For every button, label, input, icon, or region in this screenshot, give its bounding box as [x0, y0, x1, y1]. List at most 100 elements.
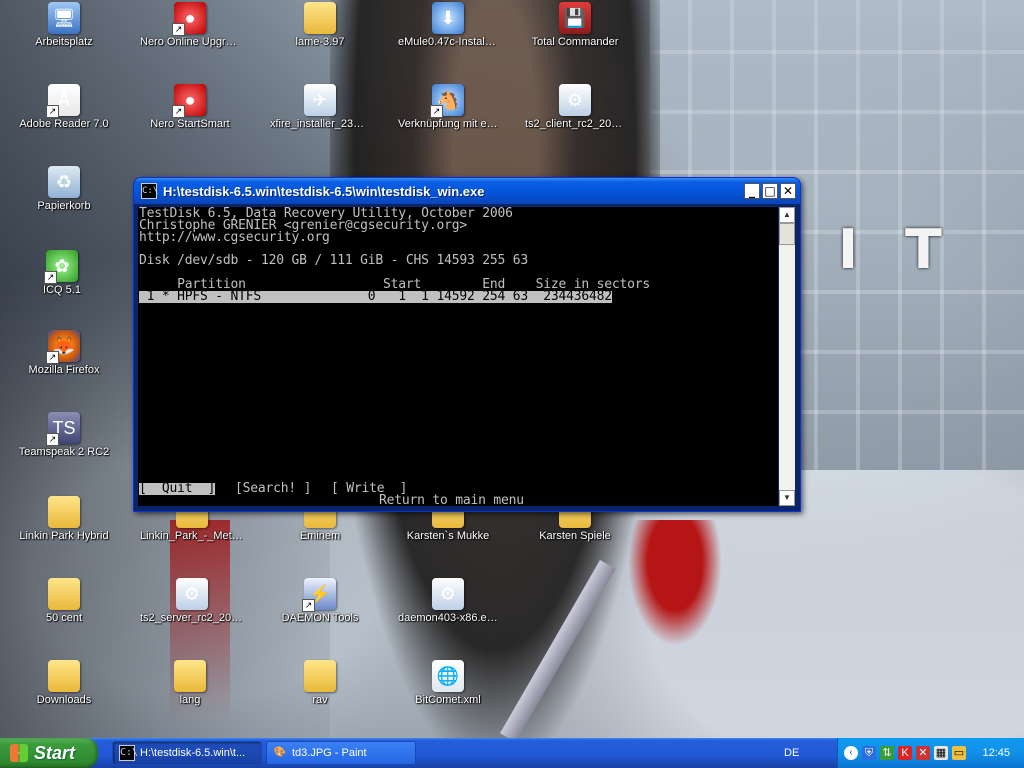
- desktop-icon-label: Papierkorb: [37, 200, 91, 212]
- desktop-icon-nero-online-upgrade[interactable]: ● ↗ Nero Online Upgrade: [140, 2, 240, 49]
- desktop-icon-label: Arbeitsplatz: [35, 36, 93, 48]
- desktop-icon-daemon-tools[interactable]: ⚡ ↗ DAEMON Tools: [270, 578, 370, 625]
- desktop-icon-label: Karsten Spiele: [539, 530, 611, 542]
- windows-flag-icon: win: [10, 744, 28, 762]
- scroll-down-arrow-icon[interactable]: ▼: [779, 490, 795, 506]
- desktop-icon-ts2-client[interactable]: ⚙ ts2_client_rc2_2032.exe: [525, 84, 625, 131]
- desktop-icon-nero-startsmart[interactable]: ● ↗ Nero StartSmart: [140, 84, 240, 131]
- desktop-icon-label: Linkin_Park_-_Meteor...: [140, 530, 244, 542]
- desktop-icon-label: lame-3.97: [295, 36, 345, 48]
- taskbar-item-paint[interactable]: 🎨 td3.JPG - Paint: [266, 741, 416, 765]
- tray-app-icon[interactable]: ▭: [952, 746, 966, 760]
- desktop-icon-label: ts2_client_rc2_2032.exe: [525, 118, 625, 130]
- desktop-icon-firefox[interactable]: 🦊 ↗ Mozilla Firefox: [14, 330, 114, 377]
- system-tray: DE ‹ ⛨ ⇅ K ✕ ▦ ▭ 12:45: [784, 738, 1024, 768]
- start-label: Start: [34, 742, 76, 763]
- desktop-icon-adobe-reader[interactable]: A ↗ Adobe Reader 7.0: [14, 84, 114, 131]
- desktop-icon-label: Nero StartSmart: [150, 118, 230, 130]
- nero-icon: ● ↗: [172, 2, 206, 36]
- desktop-icon-label: Adobe Reader 7.0: [19, 118, 109, 130]
- daemon-tools-icon: ⚡ ↗: [302, 578, 336, 612]
- console-output[interactable]: TestDisk 6.5, Data Recovery Utility, Oct…: [138, 207, 778, 506]
- start-button[interactable]: win Start: [0, 738, 98, 768]
- desktop-icon-label: eMule0.47c-Installer.exe: [398, 36, 498, 48]
- desktop-icon-lang[interactable]: lang: [140, 660, 240, 707]
- taskbar-item-label: H:\testdisk-6.5.win\t...: [140, 747, 246, 759]
- network-icon[interactable]: ⇅: [880, 746, 894, 760]
- tray-app-icon[interactable]: ✕: [916, 746, 930, 760]
- desktop-icon-linkin-park-hybrid[interactable]: Linkin Park Hybrid: [14, 496, 114, 543]
- installer-icon: ⬇: [432, 2, 464, 34]
- desktop-icon-rav[interactable]: rav: [270, 660, 370, 707]
- scroll-thumb[interactable]: [779, 223, 795, 245]
- desktop-icon-label: 50 cent: [45, 612, 83, 624]
- quit-menu-option[interactable]: [ Quit ]: [139, 482, 215, 495]
- desktop-icon-label: Downloads: [36, 694, 92, 706]
- partition-row-selected[interactable]: 1 * HPFS - NTFS 0 1 1 14592 254 63 23443…: [139, 290, 612, 303]
- desktop-icon-emule-shortcut[interactable]: 🐴↗ Verknüpfung mit emule.exe: [398, 84, 498, 131]
- desktop-icon-label: Linkin Park Hybrid: [19, 530, 109, 542]
- console-scrollbar[interactable]: ▲ ▼: [779, 207, 795, 506]
- cursor: _: [523, 493, 532, 506]
- desktop-icon-50-cent[interactable]: 50 cent: [14, 578, 114, 625]
- desktop-icon-label: Nero Online Upgrade: [140, 36, 240, 48]
- console-line-url: http://www.cgsecurity.org: [139, 230, 330, 245]
- desktop-icon-ts2-server[interactable]: ⚙ ts2_server_rc2_2020...: [140, 578, 244, 625]
- floppy-icon: 💾: [559, 2, 591, 34]
- pdf-icon: A ↗: [46, 84, 80, 118]
- setup-icon: ⚙: [432, 578, 464, 610]
- desktop-icon-daemon-installer[interactable]: ⚙ daemon403-x86.exe: [398, 578, 498, 625]
- desktop-icon-xfire-installer[interactable]: ✈ xfire_installer_23828.exe: [270, 84, 370, 131]
- console-icon: C:\: [119, 745, 138, 761]
- desktop-icon-downloads[interactable]: Downloads: [14, 660, 114, 707]
- desktop-icon-papierkorb[interactable]: ♻ Papierkorb: [14, 166, 114, 213]
- desktop-icon-label: xfire_installer_23828.exe: [270, 118, 370, 130]
- console-line-disk: Disk /dev/sdb - 120 GB / 111 GiB - CHS 1…: [139, 253, 528, 268]
- language-indicator[interactable]: DE: [784, 747, 799, 759]
- desktop-icon-label: DAEMON Tools: [281, 612, 359, 624]
- search-menu-option[interactable]: [Search! ]: [235, 482, 311, 495]
- tray-app-icon[interactable]: ▦: [934, 746, 948, 760]
- taskbar-item-label: td3.JPG - Paint: [292, 747, 367, 759]
- console-prompt: Return to main menu_: [379, 493, 532, 506]
- shield-icon[interactable]: ⛨: [862, 746, 876, 760]
- desktop-icon-arbeitsplatz[interactable]: 🖥 Arbeitsplatz: [14, 2, 114, 49]
- desktop-icon-total-commander[interactable]: 💾 Total Commander: [525, 2, 625, 49]
- desktop-icon-emule-installer[interactable]: ⬇ eMule0.47c-Installer.exe: [398, 2, 498, 49]
- wallpaper-letter: T: [905, 218, 942, 281]
- maximize-button[interactable]: □: [762, 183, 778, 199]
- scroll-up-arrow-icon[interactable]: ▲: [779, 207, 795, 223]
- antivirus-icon[interactable]: K: [898, 746, 912, 760]
- desktop-icon-label: ts2_server_rc2_2020...: [140, 612, 244, 624]
- desktop-icon-bitcomet-xml[interactable]: 🌐 BitComet.xml: [398, 660, 498, 707]
- clock[interactable]: 12:45: [982, 747, 1010, 759]
- desktop-icon-label: Karsten`s Mukke: [406, 530, 490, 542]
- desktop-icon-teamspeak[interactable]: TS ↗ Teamspeak 2 RC2: [14, 412, 114, 459]
- icq-flower-icon: ✿ ↗: [44, 250, 78, 284]
- folder-icon: [48, 578, 80, 610]
- window-titlebar[interactable]: C:\ H:\testdisk-6.5.win\testdisk-6.5\win…: [134, 178, 800, 204]
- desktop-icon-label: rav: [312, 694, 328, 706]
- desktop-icon-label: daemon403-x86.exe: [398, 612, 498, 624]
- desktop-icon-label: Eminem: [299, 530, 341, 542]
- desktop-icon-icq[interactable]: ✿ ↗ ICQ 5.1: [14, 250, 110, 297]
- desktop-icon-label: Teamspeak 2 RC2: [18, 446, 110, 458]
- desktop-icon-lame[interactable]: lame-3.97: [270, 2, 370, 49]
- taskbar-item-testdisk[interactable]: C:\ H:\testdisk-6.5.win\t...: [112, 741, 262, 765]
- prompt-text: Return to main menu: [379, 493, 524, 506]
- desktop-icon-label: Mozilla Firefox: [28, 364, 100, 376]
- paint-icon: 🎨: [273, 747, 287, 758]
- computer-icon: 🖥: [48, 2, 80, 34]
- desktop-icon-label: BitComet.xml: [415, 694, 481, 706]
- folder-icon: [48, 660, 80, 692]
- window-title: H:\testdisk-6.5.win\testdisk-6.5\win\tes…: [163, 183, 485, 199]
- folder-icon: [174, 660, 206, 692]
- minimize-button[interactable]: _: [744, 183, 760, 199]
- show-hidden-icons-icon[interactable]: ‹: [844, 746, 858, 760]
- setup-icon: ⚙: [176, 578, 208, 610]
- desktop-icon-label: Verknüpfung mit emule.exe: [398, 118, 498, 130]
- close-button[interactable]: ✕: [780, 183, 796, 199]
- testdisk-console-window[interactable]: C:\ H:\testdisk-6.5.win\testdisk-6.5\win…: [133, 177, 801, 512]
- setup-icon: ⚙: [559, 84, 591, 116]
- xfire-icon: ✈: [304, 84, 336, 116]
